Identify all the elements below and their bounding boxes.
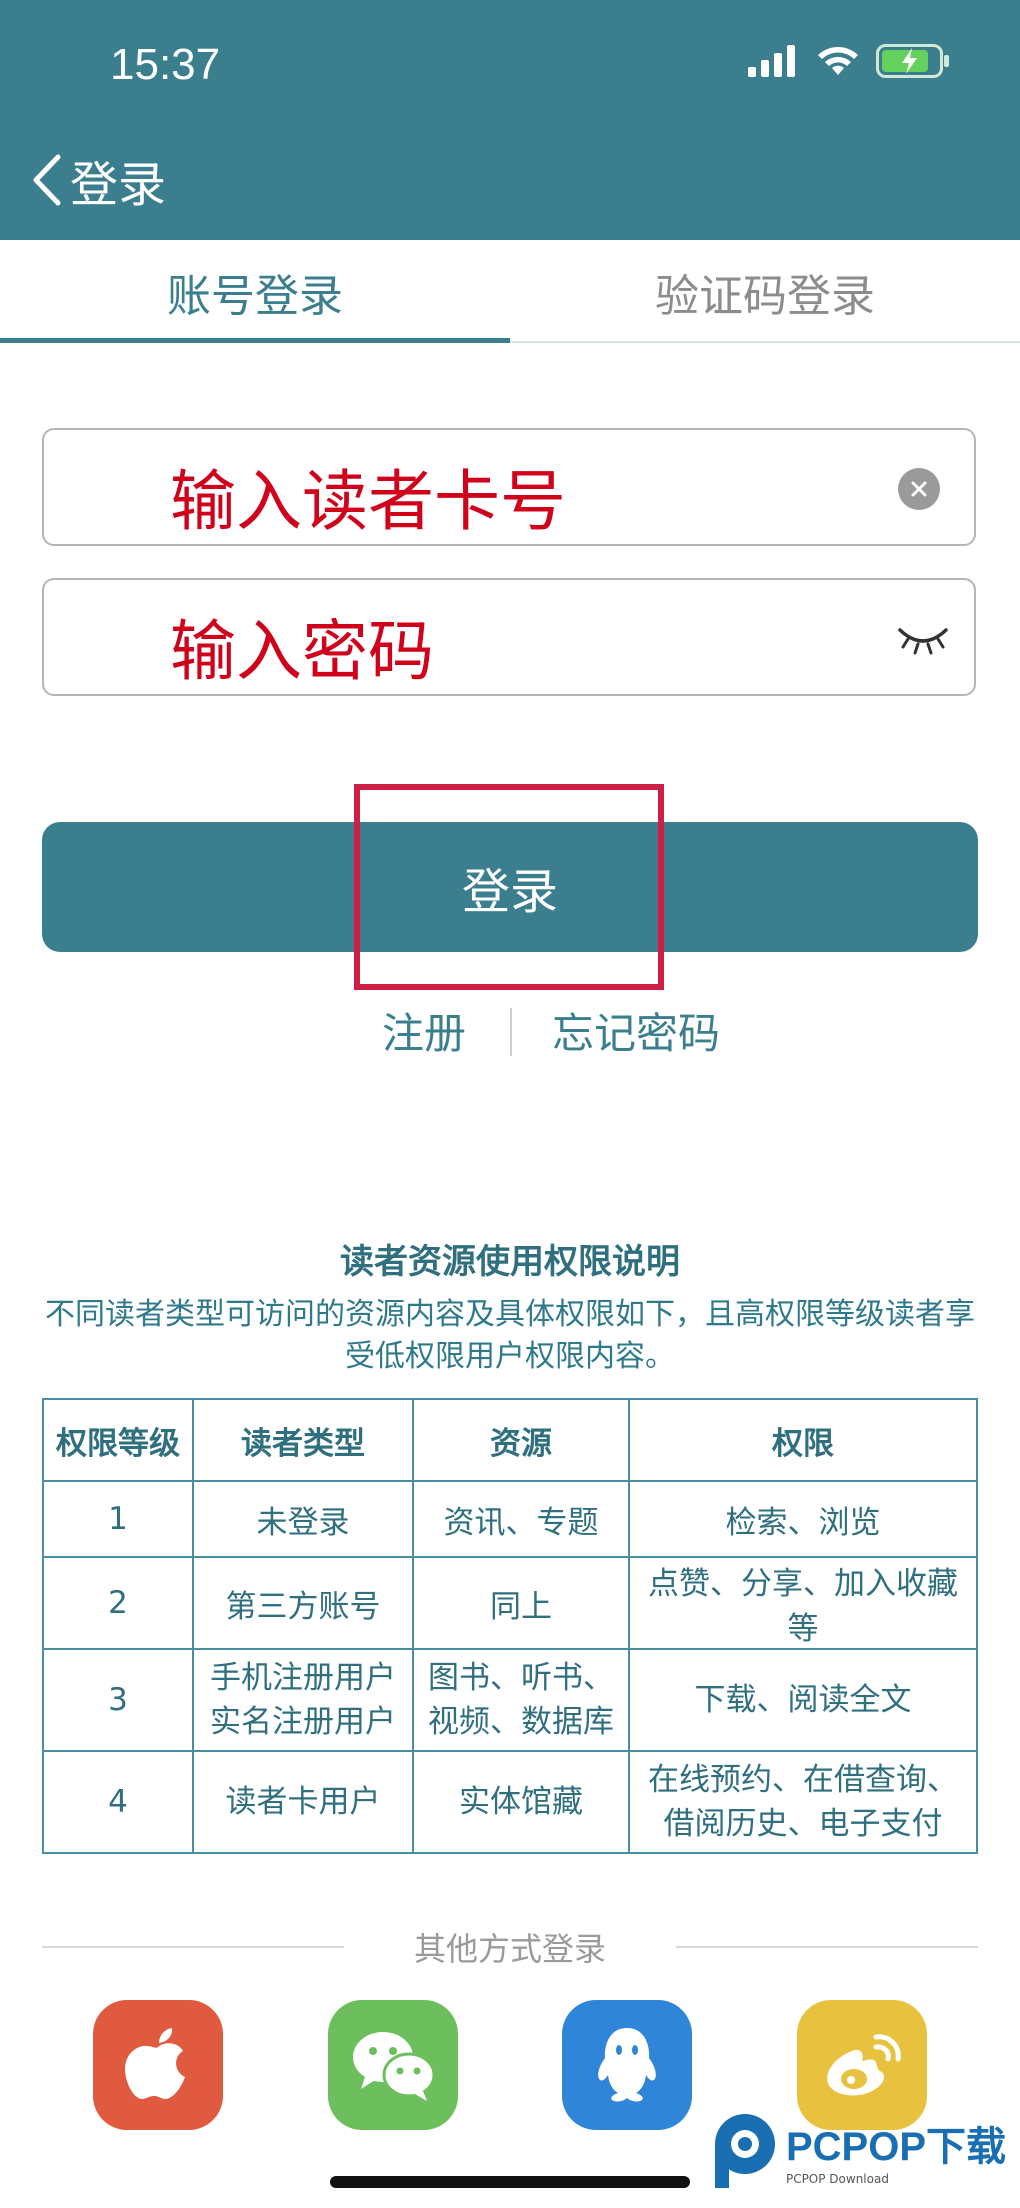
auxiliary-links: 注册 忘记密码 [0,1000,1020,1060]
table-cell: 点赞、分享、加入收藏等 [628,1556,978,1650]
table-header-row: 权限等级 读者类型 资源 权限 [42,1398,978,1482]
status-time: 15:37 [110,40,221,89]
card-number-label: 输入读者卡号 [170,463,566,540]
divider-right [676,1946,978,1948]
wechat-icon [353,2032,436,2101]
table-row: 1 未登录 资讯、专题 检索、浏览 [42,1480,978,1558]
signal-icon [748,45,795,77]
home-indicator [330,2176,690,2188]
table-cell: 图书、听书、 视频、数据库 [412,1648,630,1752]
password-field[interactable]: 输入密码 [42,578,976,696]
clear-icon[interactable] [898,468,940,510]
table-cell: 2 [42,1556,194,1650]
table-row: 2 第三方账号 同上 点赞、分享、加入收藏等 [42,1556,978,1650]
password-label: 输入密码 [170,613,434,690]
apple-icon [125,2028,185,2099]
table-row: 4 读者卡用户 实体馆藏 在线预约、在借查询、 借阅历史、电子支付 [42,1750,978,1854]
qq-icon [598,2028,656,2102]
table-cell: 资讯、专题 [412,1480,630,1558]
table-cell: 4 [42,1750,194,1854]
table-cell: 手机注册用户 实名注册用户 [192,1648,414,1752]
table-cell: 第三方账号 [192,1556,414,1650]
back-button[interactable]: 登录 [30,145,166,215]
status-icons [748,44,950,78]
cell-line: 借阅历史、电子支付 [663,1806,943,1842]
watermark-brand: PCPOP下载 [785,2125,1006,2169]
login-tabs: 账号登录 验证码登录 [0,240,1020,344]
table-cell: 在线预约、在借查询、 借阅历史、电子支付 [628,1750,978,1854]
table-row: 3 手机注册用户 实名注册用户 图书、听书、 视频、数据库 下载、阅读全文 [42,1648,978,1752]
pcpop-logo-icon [714,2114,775,2188]
tab-divider [510,341,1020,343]
table-cell: 同上 [412,1556,630,1650]
cell-line: 手机注册用户 [210,1660,396,1696]
apple-login-button[interactable] [93,2000,223,2130]
cell-line: 在线预约、在借查询、 [648,1762,958,1798]
permissions-table: 权限等级 读者类型 资源 权限 1 未登录 资讯、专题 检索、浏览 2 第三方账… [42,1398,978,1854]
permissions-title: 读者资源使用权限说明 [340,1242,680,1282]
watermark-logo: PCPOP下载 PCPOP Download [710,2110,1006,2190]
wifi-icon [818,47,858,75]
watermark-sub: PCPOP Download [785,2172,889,2186]
forgot-password-link[interactable]: 忘记密码 [552,1000,720,1061]
table-header: 权限 [628,1398,978,1482]
table-cell: 未登录 [192,1480,414,1558]
table-header: 读者类型 [192,1398,414,1482]
table-cell: 检索、浏览 [628,1480,978,1558]
table-cell: 1 [42,1480,194,1558]
table-header: 资源 [412,1398,630,1482]
qq-login-button[interactable] [562,2000,692,2130]
tab-account-login[interactable]: 账号登录 [0,240,510,344]
login-button[interactable]: 登录 [42,822,978,952]
cell-line: 图书、听书、 [428,1660,614,1696]
tab-code-login[interactable]: 验证码登录 [510,240,1020,344]
cell-line: 实名注册用户 [210,1704,396,1740]
table-cell: 读者卡用户 [192,1750,414,1854]
link-separator [510,1008,512,1056]
top-bar: 15:37 登录 [0,0,1020,240]
register-link[interactable]: 注册 [382,1000,466,1061]
card-number-field[interactable]: 输入读者卡号 [42,428,976,546]
table-cell: 3 [42,1648,194,1752]
eye-closed-icon[interactable] [896,622,950,656]
weibo-icon [827,2034,901,2096]
wechat-login-button[interactable] [328,2000,458,2130]
permissions-description: 不同读者类型可访问的资源内容及具体权限如下，且高权限等级读者享受低权限用户权限内… [45,1297,975,1374]
battery-icon [876,44,949,78]
nav-title: 登录 [70,157,167,213]
table-cell: 下载、阅读全文 [628,1648,978,1752]
tab-active-underline [0,338,510,343]
table-header: 权限等级 [42,1398,194,1482]
chevron-left-icon [33,154,61,206]
table-cell: 实体馆藏 [412,1750,630,1854]
cell-line: 视频、数据库 [428,1704,614,1740]
